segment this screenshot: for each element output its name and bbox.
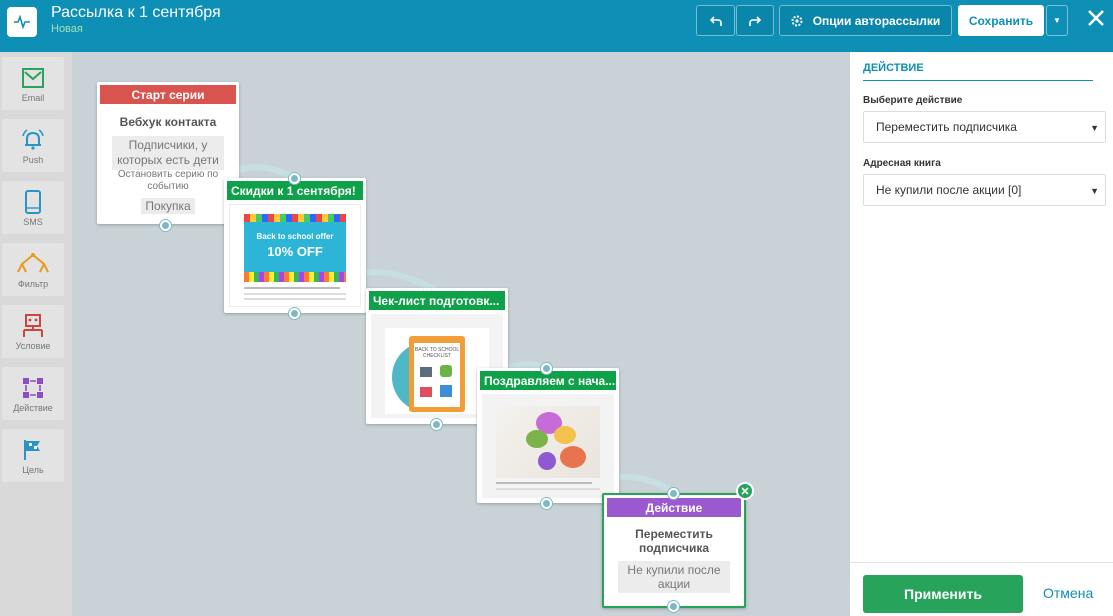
condition-icon — [20, 313, 46, 339]
palette-push-label: Push — [22, 155, 44, 165]
action-node-header: Действие — [607, 498, 741, 517]
palette-filter-label: Фильтр — [17, 279, 49, 289]
save-options-dropdown[interactable]: ▼ — [1046, 5, 1068, 36]
email-1-output-port[interactable] — [289, 308, 300, 319]
panel-section-title: ДЕЙСТВИЕ — [863, 62, 1093, 81]
action-select-value: Переместить подписчика — [876, 120, 1017, 134]
palette-push[interactable]: Push — [2, 119, 64, 172]
email-2-clipboard-text: BACK TO SCHOOL CHECKLIST — [414, 347, 460, 359]
delete-node-button[interactable] — [736, 482, 754, 500]
palette-filter[interactable]: Фильтр — [2, 243, 64, 296]
save-button[interactable]: Сохранить — [958, 5, 1044, 36]
email-1-banner-line1: Back to school offer — [256, 232, 334, 241]
email-2-output-port[interactable] — [431, 419, 442, 430]
status-label: Новая — [51, 23, 83, 35]
logo-icon[interactable] — [7, 7, 37, 37]
email-node-2-header: Чек-лист подготовк... — [369, 291, 505, 310]
start-segment-tag: Подписчики, у которых есть дети — [112, 136, 224, 170]
address-book-value: Не купили после акции [0] — [876, 183, 1022, 197]
start-stop-label: Остановить серию по событию — [117, 169, 219, 192]
action-node-title: Переместить подписчика — [635, 527, 713, 555]
action-select[interactable]: Переместить подписчика ▼ — [863, 111, 1106, 143]
action-node[interactable]: Действие Переместить подписчика Не купил… — [602, 493, 746, 608]
action-input-port[interactable] — [668, 488, 679, 499]
palette-email-label: Email — [21, 93, 45, 103]
top-bar: Рассылка к 1 сентября Новая Опции автора… — [0, 0, 1113, 52]
close-icon — [741, 487, 749, 495]
envelope-icon — [22, 65, 44, 91]
action-output-port[interactable] — [668, 601, 679, 612]
element-palette: Email Push SMS Фильтр Условие Действие Ц… — [0, 52, 72, 616]
workflow-canvas[interactable]: Старт серии Вебхук контакта Подписчики, … — [72, 52, 850, 616]
email-node-1[interactable]: Скидки к 1 сентября! Back to school offe… — [224, 178, 366, 313]
close-icon — [1088, 10, 1104, 26]
chevron-down-icon: ▼ — [1090, 123, 1099, 133]
palette-condition[interactable]: Условие — [2, 305, 64, 358]
palette-action-label: Действие — [13, 403, 53, 413]
email-3-output-port[interactable] — [541, 498, 552, 509]
email-node-3[interactable]: Поздравляем с нача... — [477, 368, 619, 503]
chevron-down-icon: ▼ — [1053, 16, 1061, 25]
page-title: Рассылка к 1 сентября — [51, 4, 221, 21]
palette-goal-label: Цель — [22, 465, 44, 475]
palette-condition-label: Условие — [15, 341, 51, 351]
undo-icon — [709, 15, 722, 26]
redo-icon — [749, 15, 761, 26]
chevron-down-icon: ▼ — [1090, 186, 1099, 196]
panel-footer: Применить Отмена — [850, 562, 1113, 616]
start-series-header: Старт серии — [100, 85, 236, 104]
palette-sms[interactable]: SMS — [2, 181, 64, 234]
gear-icon — [791, 15, 803, 26]
palette-email[interactable]: Email — [2, 57, 64, 110]
bell-icon — [21, 127, 45, 153]
palette-action[interactable]: Действие — [2, 367, 64, 420]
undo-button[interactable] — [696, 5, 735, 36]
action-icon — [22, 375, 44, 401]
autoseries-options-label: Опции авторассылки — [812, 13, 941, 28]
save-label: Сохранить — [968, 13, 1034, 28]
redo-button[interactable] — [736, 5, 774, 36]
start-stop-event: Покупка — [141, 198, 195, 214]
email-3-input-port[interactable] — [541, 363, 552, 374]
email-1-thumbnail: Back to school offer 10% OFF — [229, 204, 361, 307]
email-1-input-port[interactable] — [289, 173, 300, 184]
start-trigger-title: Вебхук контакта — [119, 115, 217, 129]
close-button[interactable] — [1084, 6, 1108, 30]
email-3-thumbnail — [482, 394, 614, 498]
cancel-button[interactable]: Отмена — [1043, 585, 1093, 601]
email-1-banner-line2: 10% OFF — [267, 244, 323, 259]
action-node-tag: Не купили после акции — [618, 561, 730, 593]
filter-icon — [16, 251, 50, 277]
autoseries-options-button[interactable]: Опции авторассылки — [779, 5, 952, 36]
palette-sms-label: SMS — [23, 217, 43, 227]
email-node-3-header: Поздравляем с нача... — [480, 371, 616, 390]
apply-button[interactable]: Применить — [863, 575, 1023, 613]
start-series-node[interactable]: Старт серии Вебхук контакта Подписчики, … — [97, 82, 239, 224]
phone-icon — [25, 189, 41, 215]
action-select-label: Выберите действие — [863, 95, 963, 106]
address-book-select[interactable]: Не купили после акции [0] ▼ — [863, 174, 1106, 206]
address-book-label: Адресная книга — [863, 158, 941, 169]
settings-panel: ДЕЙСТВИЕ Выберите действие Переместить п… — [850, 52, 1113, 616]
palette-goal[interactable]: Цель — [2, 429, 64, 482]
flag-icon — [22, 437, 44, 463]
start-output-port[interactable] — [160, 220, 171, 231]
